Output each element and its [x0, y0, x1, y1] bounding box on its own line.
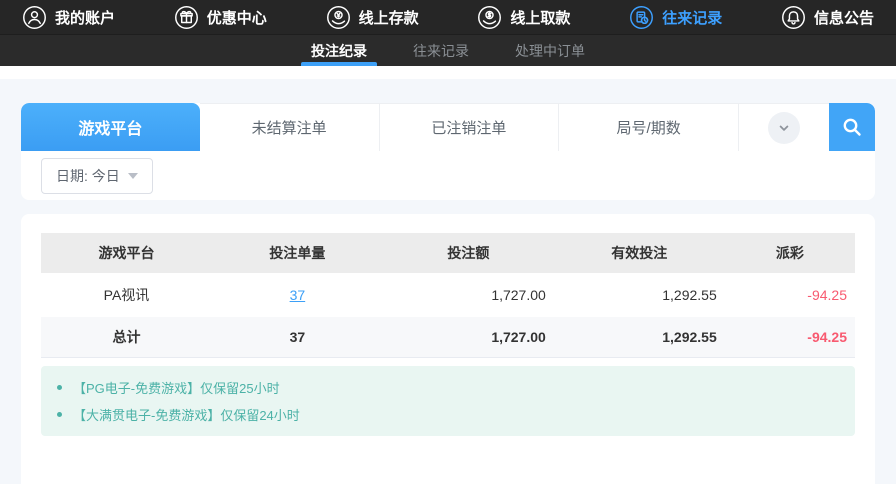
nav-item-announcements[interactable]: 信息公告	[781, 5, 874, 30]
total-label: 总计	[41, 317, 212, 357]
cell-bet-amount: 1,727.00	[383, 273, 554, 317]
nav-item-promo-center[interactable]: 优惠中心	[174, 5, 267, 30]
nav-item-my-account[interactable]: 我的账户	[22, 5, 115, 30]
cell-platform: PA视讯	[41, 273, 212, 317]
chevron-circle	[768, 112, 800, 144]
note-item: 【大满贯电子-免费游戏】仅保留24小时	[41, 401, 855, 428]
cell-bet-count: 37	[212, 273, 383, 317]
header-payout: 派彩	[725, 233, 855, 273]
tabs-more-dropdown[interactable]	[739, 103, 829, 151]
table-row: PA视讯 37 1,727.00 1,292.55 -94.25	[41, 273, 855, 317]
total-payout: -94.25	[725, 317, 855, 357]
gift-icon	[174, 5, 199, 30]
table-header-row: 游戏平台 投注单量 投注额 有效投注 派彩	[41, 233, 855, 273]
nav-label: 我的账户	[55, 7, 115, 28]
cell-valid-bet: 1,292.55	[554, 273, 725, 317]
filter-row: 日期: 今日	[21, 151, 875, 200]
notes-box: 【PG电子-免费游戏】仅保留25小时 【大满贯电子-免费游戏】仅保留24小时	[41, 366, 855, 436]
tab-unsettled-bets[interactable]: 未结算注单	[200, 103, 380, 151]
nav-item-online-deposit[interactable]: 线上存款	[326, 5, 419, 30]
records-icon	[629, 5, 654, 30]
deposit-icon	[326, 5, 351, 30]
cell-payout: -94.25	[725, 273, 855, 317]
note-text: 【大满贯电子-免费游戏】仅保留24小时	[73, 405, 300, 424]
bullet-icon	[57, 412, 62, 417]
sub-navigation-bar: 投注纪录 往来记录 处理中订单	[0, 34, 896, 66]
tab-game-platform[interactable]: 游戏平台	[21, 103, 200, 151]
bet-summary-table: 游戏平台 投注单量 投注额 有效投注 派彩 PA视讯 37 1,727.00 1…	[41, 233, 855, 358]
table-total-row: 总计 37 1,727.00 1,292.55 -94.25	[41, 317, 855, 357]
caret-down-icon	[128, 173, 138, 179]
tabs-row: 游戏平台 未结算注单 已注销注单 局号/期数	[21, 103, 875, 151]
nav-item-transaction-records[interactable]: 往来记录	[629, 5, 722, 30]
note-text: 【PG电子-免费游戏】仅保留25小时	[73, 378, 280, 397]
main-content: 游戏平台 未结算注单 已注销注单 局号/期数 日期: 今日	[0, 79, 896, 484]
nav-label: 线上存款	[359, 7, 419, 28]
total-valid-bet: 1,292.55	[554, 317, 725, 357]
bell-icon	[781, 5, 806, 30]
top-navigation-bar: 我的账户 优惠中心 线上存款 线上取款 往来记录	[0, 0, 896, 34]
bet-count-link[interactable]: 37	[290, 287, 306, 303]
tab-cancelled-bets[interactable]: 已注销注单	[380, 103, 560, 151]
search-button[interactable]	[829, 103, 875, 151]
bullet-icon	[57, 385, 62, 390]
nav-label: 信息公告	[814, 7, 874, 28]
user-icon	[22, 5, 47, 30]
total-bet-count: 37	[212, 317, 383, 357]
note-item: 【PG电子-免费游戏】仅保留25小时	[41, 374, 855, 401]
nav-label: 往来记录	[662, 7, 722, 28]
header-game-platform: 游戏平台	[41, 233, 212, 273]
header-bet-count: 投注单量	[212, 233, 383, 273]
nav-label: 优惠中心	[207, 7, 267, 28]
header-bet-amount: 投注额	[383, 233, 554, 273]
search-icon	[840, 115, 864, 139]
results-card: 游戏平台 投注单量 投注额 有效投注 派彩 PA视讯 37 1,727.00 1…	[21, 214, 875, 484]
filter-card: 游戏平台 未结算注单 已注销注单 局号/期数 日期: 今日	[21, 103, 875, 200]
subnav-transaction-records[interactable]: 往来记录	[409, 35, 473, 66]
chevron-down-icon	[775, 119, 793, 137]
nav-item-online-withdrawal[interactable]: 线上取款	[477, 5, 570, 30]
date-filter-dropdown[interactable]: 日期: 今日	[41, 158, 153, 194]
header-divider-strip	[0, 66, 896, 79]
date-filter-label: 日期: 今日	[56, 166, 120, 186]
subnav-bet-records[interactable]: 投注纪录	[307, 35, 371, 66]
tab-round-number[interactable]: 局号/期数	[559, 103, 739, 151]
subnav-processing-orders[interactable]: 处理中订单	[511, 35, 589, 66]
header-valid-bet: 有效投注	[554, 233, 725, 273]
nav-label: 线上取款	[510, 7, 570, 28]
total-bet-amount: 1,727.00	[383, 317, 554, 357]
withdraw-icon	[477, 5, 502, 30]
